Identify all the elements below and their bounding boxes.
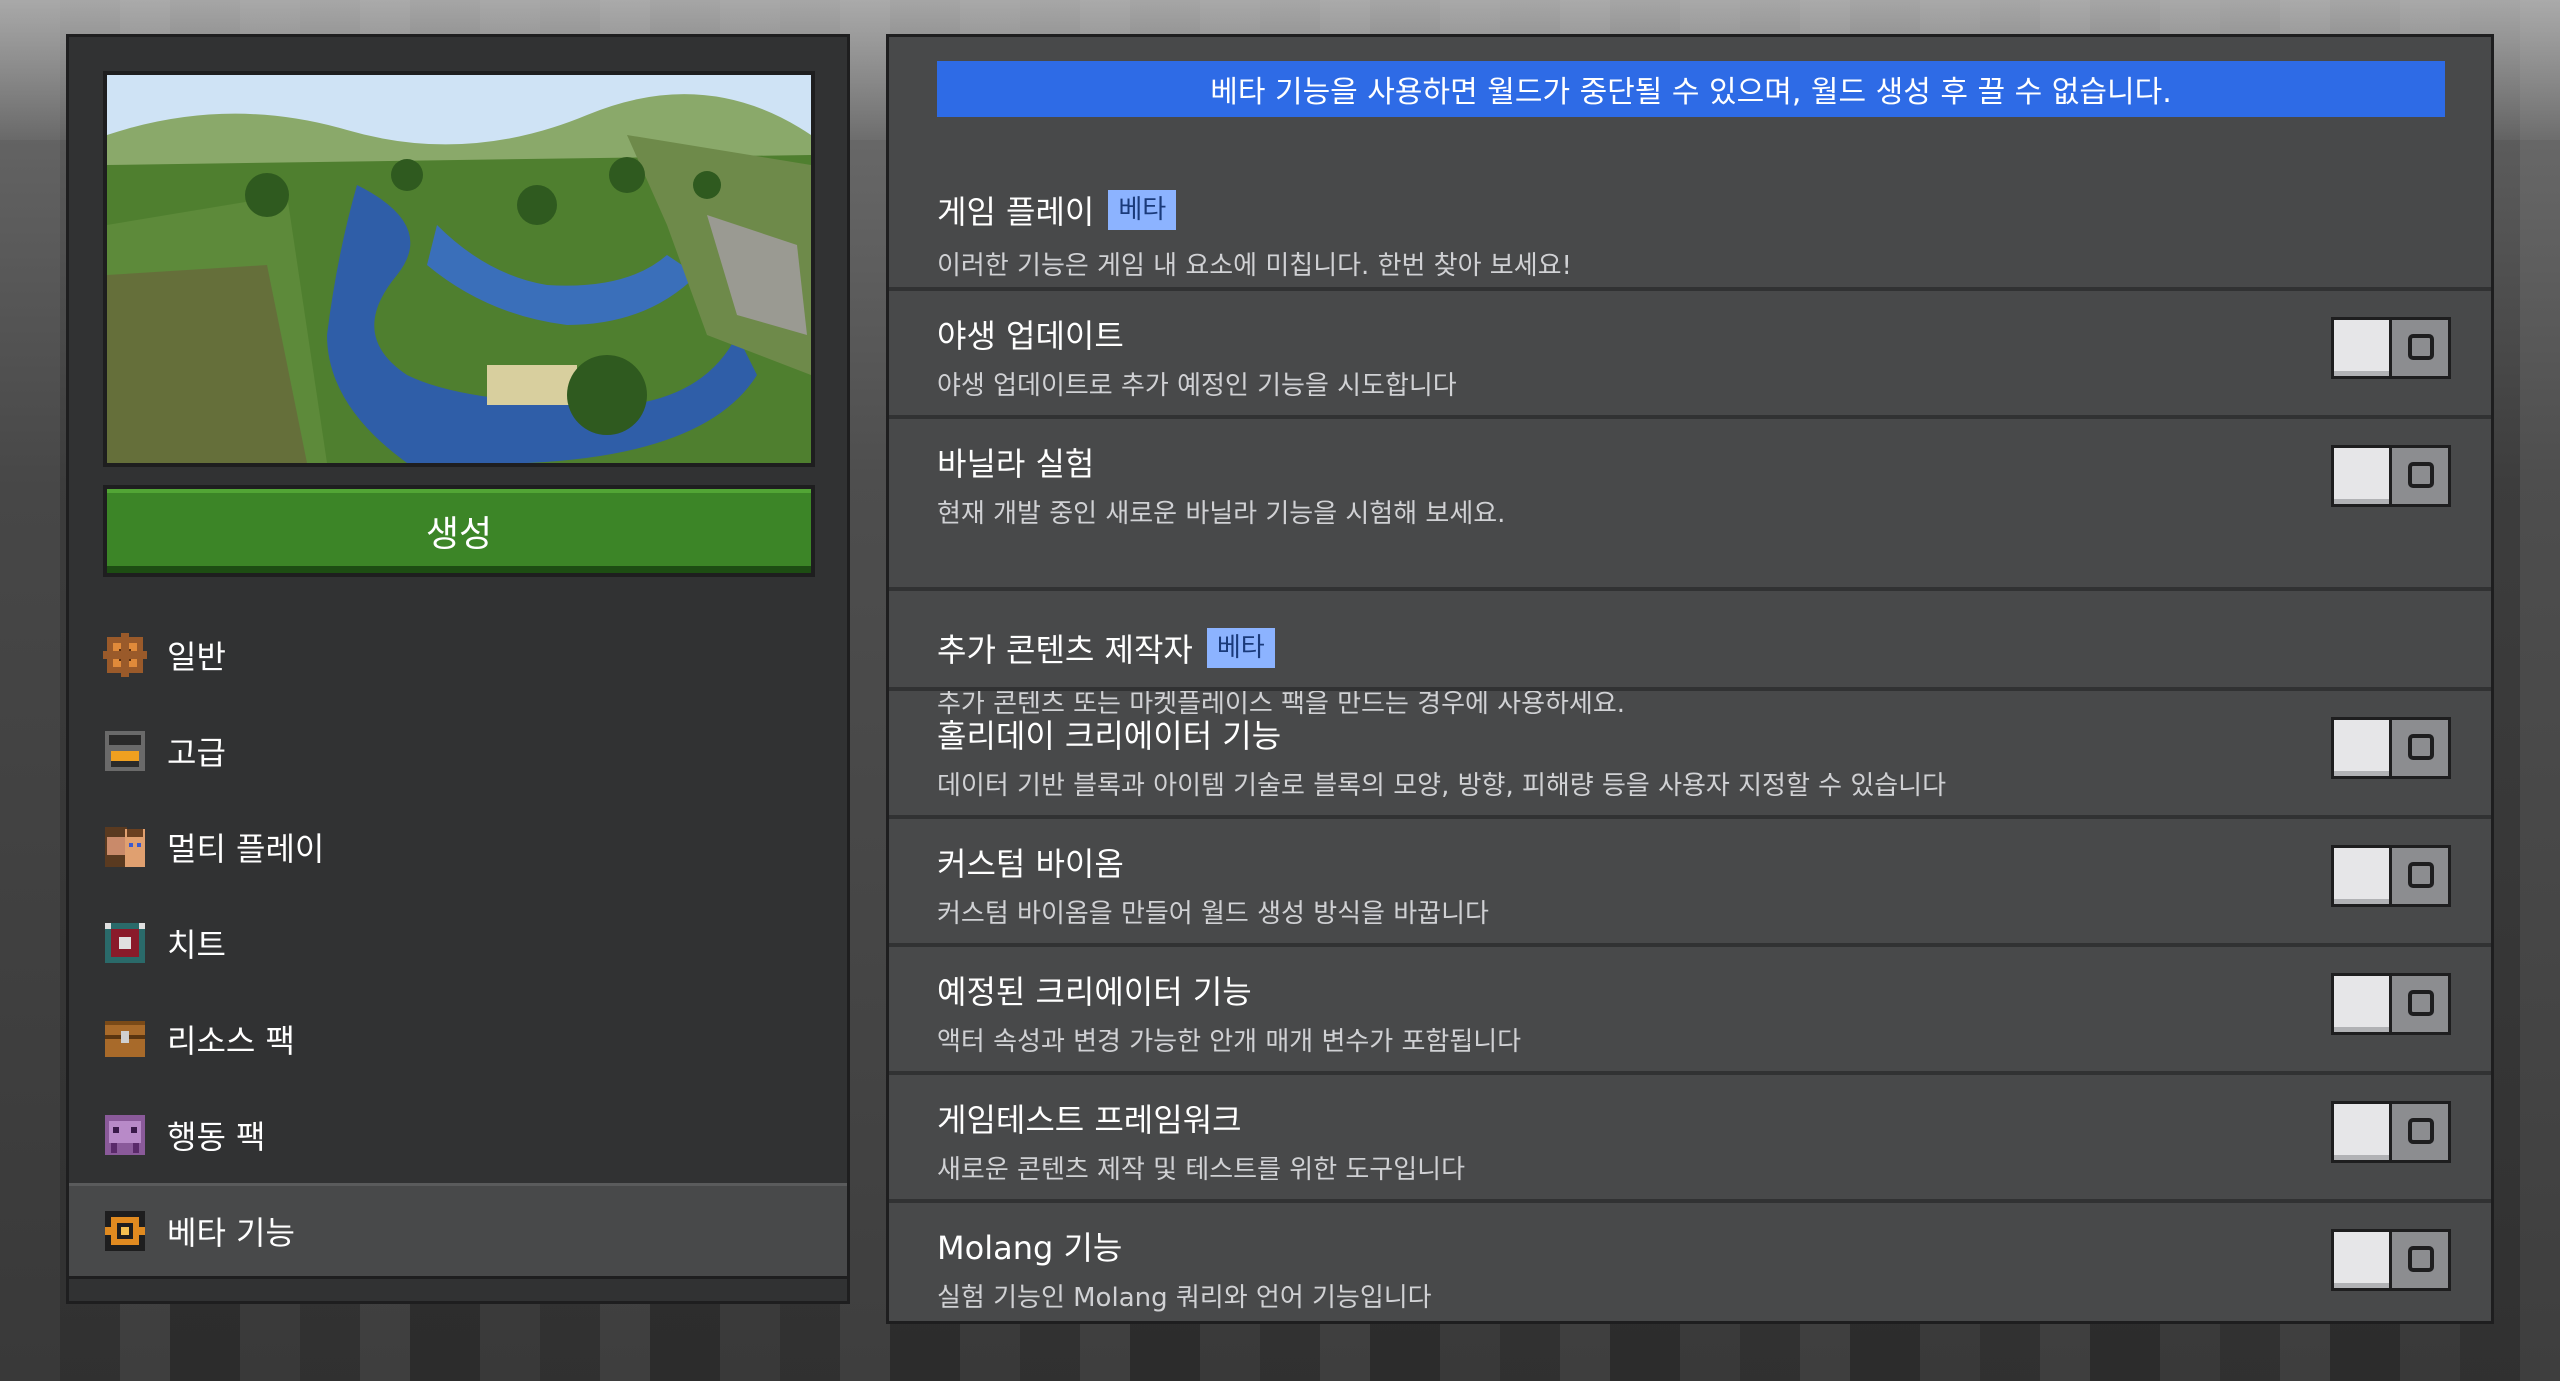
feature-title: Molang 기능 [937, 1229, 1123, 1267]
nav-item-label: 일반 [167, 638, 226, 676]
feature-title: 바닐라 실험 [937, 445, 1095, 483]
off-indicator-icon [2408, 1246, 2434, 1272]
feature-toggle[interactable] [2331, 1101, 2451, 1163]
chest-icon [103, 1017, 147, 1061]
nav-item-label: 치트 [167, 926, 226, 964]
nav-item-beta-features[interactable]: 베타 기능 [69, 1183, 847, 1279]
nav-item-cheats[interactable]: 치트 [69, 895, 847, 991]
feature-title: 예정된 크리에이터 기능 [937, 973, 1252, 1011]
nav-item-label: 멀티 플레이 [167, 830, 325, 868]
beta-badge: 베타 [1206, 628, 1275, 668]
settings-nav: 일반 고급 멀티 플레이 치트 리소스 팩 행동 팩 베타 기능 [69, 607, 847, 1279]
feature-row: 바닐라 실험 현재 개발 중인 새로운 바닐라 기능을 시험해 보세요. [889, 415, 2491, 537]
section-title: 추가 콘텐츠 제작자 [937, 631, 1193, 669]
feature-description: 새로운 콘텐츠 제작 및 테스트를 위한 도구입니다 [937, 1155, 1465, 1185]
beta-icon [103, 1209, 147, 1253]
command-block-icon [103, 921, 147, 965]
off-indicator-icon [2408, 734, 2434, 760]
feature-row: 커스텀 바이옴 커스텀 바이옴을 만들어 월드 생성 방식을 바꿉니다 [889, 815, 2491, 937]
feature-description: 데이터 기반 블록과 아이템 기술로 블록의 모양, 방향, 피해량 등을 사용… [937, 771, 1947, 801]
feature-toggle[interactable] [2331, 717, 2451, 779]
nav-item-general[interactable]: 일반 [69, 607, 847, 703]
feature-description: 액터 속성과 변경 가능한 안개 매개 변수가 포함됩니다 [937, 1027, 1522, 1057]
feature-description: 커스텀 바이옴을 만들어 월드 생성 방식을 바꿉니다 [937, 899, 1489, 929]
feature-toggle[interactable] [2331, 1229, 2451, 1291]
feature-toggle[interactable] [2331, 973, 2451, 1035]
feature-row: 야생 업데이트 야생 업데이트로 추가 예정인 기능을 시도합니다 [889, 287, 2491, 409]
create-world-button[interactable]: 생성 [103, 485, 815, 577]
feature-title: 홀리데이 크리에이터 기능 [937, 717, 1282, 755]
nav-item-resource-packs[interactable]: 리소스 팩 [69, 991, 847, 1087]
warning-banner: 베타 기능을 사용하면 월드가 중단될 수 있으며, 월드 생성 후 끌 수 없… [937, 61, 2445, 117]
left-panel: 생성 일반 고급 멀티 플레이 치트 리소스 팩 행동 팩 베타 기능 [66, 34, 850, 1304]
feature-description: 야생 업데이트로 추가 예정인 기능을 시도합니다 [937, 371, 1457, 401]
beta-features-panel: 베타 기능을 사용하면 월드가 중단될 수 있으며, 월드 생성 후 끌 수 없… [886, 34, 2494, 1324]
feature-row: 홀리데이 크리에이터 기능 데이터 기반 블록과 아이템 기술로 블록의 모양,… [889, 687, 2491, 809]
feature-title: 커스텀 바이옴 [937, 845, 1124, 883]
world-preview-image [103, 71, 815, 467]
section-header-gameplay: 게임 플레이 베타 이러한 기능은 게임 내 요소에 미칩니다. 한번 찾아 보… [889, 187, 2491, 282]
feature-description: 현재 개발 중인 새로운 바닐라 기능을 시험해 보세요. [937, 499, 1506, 529]
feature-toggle[interactable] [2331, 317, 2451, 379]
feature-row: 게임테스트 프레임워크 새로운 콘텐츠 제작 및 테스트를 위한 도구입니다 [889, 1071, 2491, 1193]
nav-item-label: 리소스 팩 [167, 1022, 295, 1060]
feature-title: 게임테스트 프레임워크 [937, 1101, 1242, 1139]
nav-item-label: 행동 팩 [167, 1118, 266, 1156]
feature-toggle[interactable] [2331, 845, 2451, 907]
nav-item-multiplayer[interactable]: 멀티 플레이 [69, 799, 847, 895]
nav-item-label: 고급 [167, 734, 226, 772]
feature-title: 야생 업데이트 [937, 317, 1124, 355]
feature-row: 예정된 크리에이터 기능 액터 속성과 변경 가능한 안개 매개 변수가 포함됩… [889, 943, 2491, 1065]
feature-description: 실험 기능인 Molang 쿼리와 언어 기능입니다 [937, 1283, 1432, 1313]
off-indicator-icon [2408, 334, 2434, 360]
off-indicator-icon [2408, 462, 2434, 488]
behavior-pack-icon [103, 1113, 147, 1157]
nav-item-label: 베타 기능 [167, 1214, 295, 1252]
off-indicator-icon [2408, 1118, 2434, 1144]
section-title: 게임 플레이 [937, 193, 1095, 231]
players-icon [103, 825, 147, 869]
feature-row: Molang 기능 실험 기능인 Molang 쿼리와 언어 기능입니다 [889, 1199, 2491, 1321]
nav-item-behavior-packs[interactable]: 행동 팩 [69, 1087, 847, 1183]
furnace-icon [103, 729, 147, 773]
off-indicator-icon [2408, 990, 2434, 1016]
gear-icon [103, 633, 147, 677]
nav-item-advanced[interactable]: 고급 [69, 703, 847, 799]
beta-badge: 베타 [1108, 190, 1177, 230]
off-indicator-icon [2408, 862, 2434, 888]
section-description: 이러한 기능은 게임 내 요소에 미칩니다. 한번 찾아 보세요! [937, 251, 1572, 281]
feature-toggle[interactable] [2331, 445, 2451, 507]
